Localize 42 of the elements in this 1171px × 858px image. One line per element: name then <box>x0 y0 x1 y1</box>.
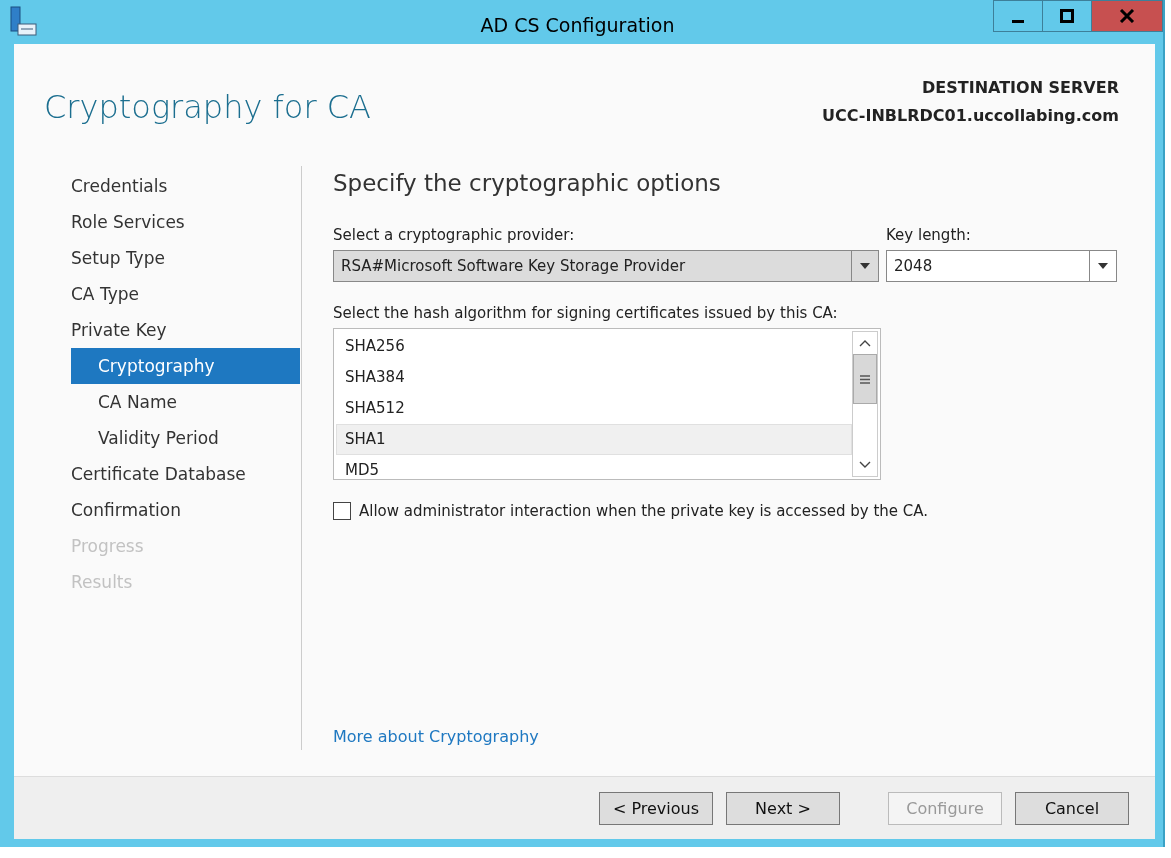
hash-option[interactable]: SHA256 <box>336 331 852 362</box>
maximize-icon <box>1060 9 1074 23</box>
minimize-icon <box>1012 19 1024 23</box>
destination-label: DESTINATION SERVER <box>921 77 1119 99</box>
nav-item[interactable]: Credentials <box>71 168 300 204</box>
key-length-dropdown[interactable]: 2048 <box>886 250 1117 282</box>
scrollbar-thumb[interactable] <box>853 354 877 404</box>
nav-item[interactable]: Validity Period <box>71 420 300 456</box>
nav-item[interactable]: Confirmation <box>71 492 300 528</box>
hash-option[interactable]: SHA512 <box>336 393 852 424</box>
hash-label: Select the hash algorithm for signing certificates issued by this CA: <box>333 304 839 322</box>
provider-label: Select a cryptographic provider: <box>333 226 576 244</box>
caret-icon <box>860 263 870 269</box>
more-link[interactable]: More about Cryptography <box>333 727 539 746</box>
section-heading: Specify the cryptographic options <box>333 170 722 196</box>
hash-option[interactable]: SHA384 <box>336 362 852 393</box>
provider-dropdown[interactable]: RSA#Microsoft Software Key Storage Provider <box>333 250 879 282</box>
dialog-button[interactable]: < Previous <box>599 791 713 825</box>
dialog-button[interactable]: Cancel <box>1015 791 1129 825</box>
hash-option[interactable]: SHA1 <box>336 424 852 455</box>
maximize-button[interactable] <box>1042 0 1092 32</box>
nav-item[interactable]: CA Name <box>71 384 300 420</box>
checkbox-label: Allow administrator interaction when the private key is accessed by the CA. <box>359 502 928 520</box>
dialog-button[interactable]: Next > <box>726 791 840 825</box>
close-button[interactable] <box>1091 0 1163 32</box>
hash-option[interactable]: MD5 <box>336 455 852 479</box>
checkbox[interactable] <box>333 502 351 520</box>
minimize-button[interactable] <box>993 0 1043 32</box>
caret-icon <box>1098 263 1108 269</box>
server-name: UCC-INBLRDC01.uccollabing.com <box>821 105 1119 127</box>
nav-item[interactable]: Private Key <box>71 312 300 348</box>
page-title: Cryptography for CA <box>44 88 371 128</box>
close-icon <box>1119 9 1135 23</box>
nav-item[interactable]: Cryptography <box>71 348 300 384</box>
server-icon <box>8 6 38 36</box>
nav-item[interactable]: Role Services <box>71 204 300 240</box>
key-length-label: Key length: <box>886 226 972 244</box>
window-title: AD CS Configuration <box>480 14 675 36</box>
nav-item[interactable]: Certificate Database <box>71 456 300 492</box>
nav-item[interactable]: Setup Type <box>71 240 300 276</box>
nav-item[interactable]: CA Type <box>71 276 300 312</box>
hash-list[interactable]: SHA256 SHA384 SHA512 SHA1 MD5 <box>333 328 881 480</box>
